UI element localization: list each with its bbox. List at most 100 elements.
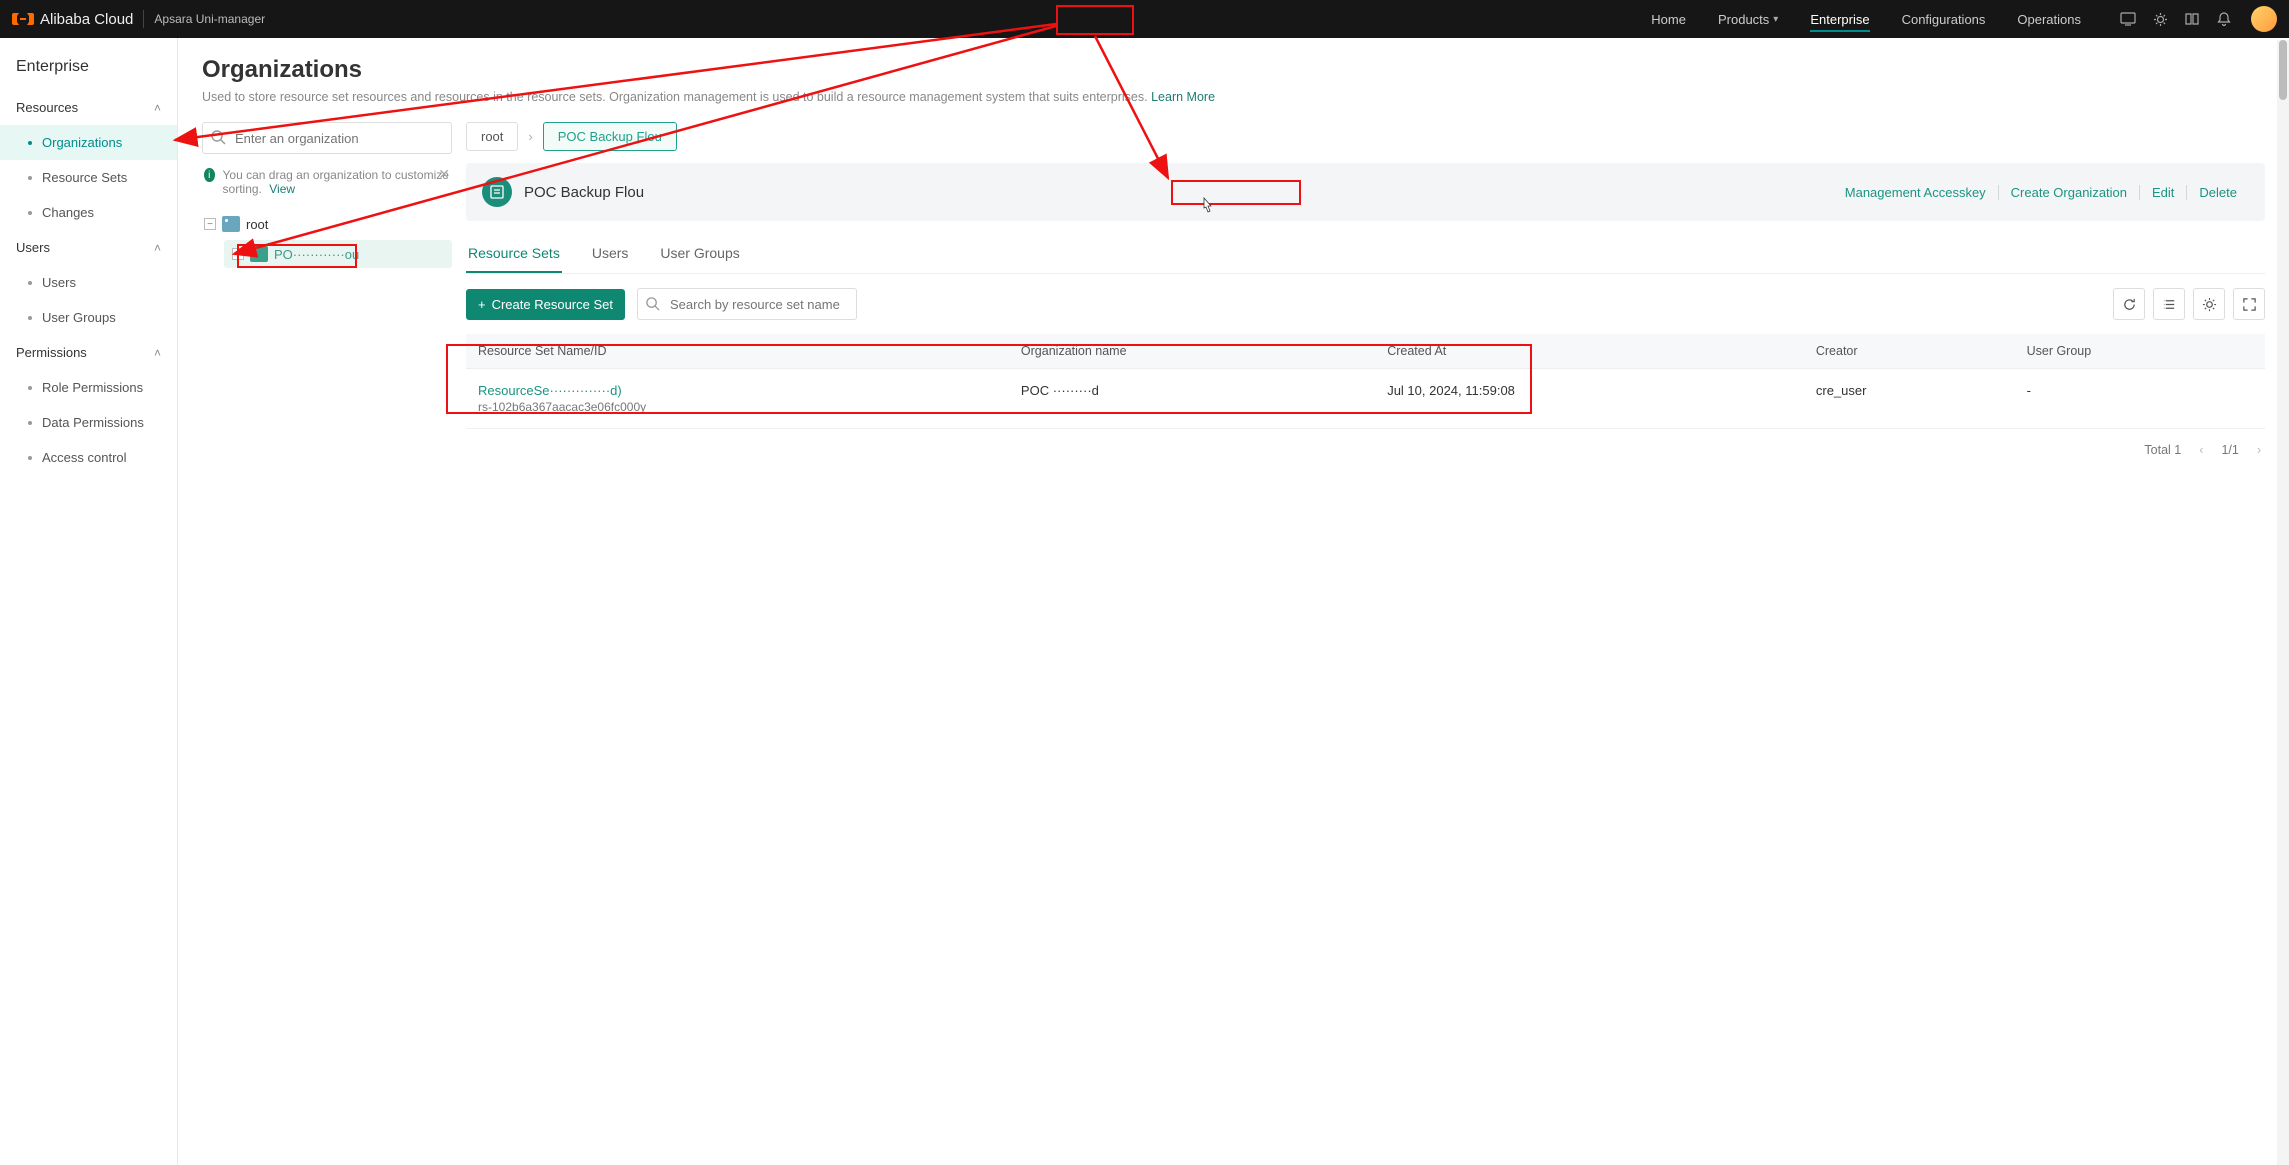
pager-next-icon[interactable]: › [2253, 439, 2265, 461]
learn-more-link[interactable]: Learn More [1151, 90, 1215, 104]
edit-link[interactable]: Edit [2140, 185, 2187, 200]
create-resource-set-button[interactable]: + Create Resource Set [466, 289, 625, 320]
nav-config-label: Configurations [1902, 12, 1986, 27]
sidebar: Enterprise Resources ˄ Organizations Res… [0, 38, 178, 1165]
org-icon [250, 246, 268, 262]
main-content: Organizations Used to store resource set… [178, 38, 2289, 1165]
nav-operations[interactable]: Operations [2003, 0, 2095, 38]
sidebar-item-changes[interactable]: Changes [0, 195, 177, 230]
sidebar-item-user-groups[interactable]: User Groups [0, 300, 177, 335]
refresh-icon[interactable] [2113, 288, 2145, 320]
resource-sets-table: Resource Set Name/ID Organization name C… [466, 334, 2265, 429]
sidebar-item-access-control[interactable]: Access control [0, 440, 177, 475]
tab-users[interactable]: Users [590, 235, 631, 273]
col-org: Organization name [1009, 334, 1375, 369]
topbar-divider [143, 10, 144, 28]
sidebar-item-label: Role Permissions [42, 380, 143, 395]
sidebar-group-label: Users [16, 240, 50, 255]
page-description: Used to store resource set resources and… [202, 90, 2265, 104]
org-search-input[interactable] [202, 122, 452, 154]
create-organization-link[interactable]: Create Organization [1999, 185, 2140, 200]
brand-name: Alibaba Cloud [40, 11, 133, 28]
management-accesskey-link[interactable]: Management Accesskey [1833, 185, 1999, 200]
col-creator: Creator [1804, 334, 2015, 369]
nav-products-label: Products [1718, 12, 1769, 27]
product-name: Apsara Uni-manager [154, 12, 265, 26]
tree-node-child[interactable]: + PO············ou [224, 240, 452, 268]
org-icon [222, 216, 240, 232]
chevron-up-icon: ˄ [154, 101, 161, 115]
resource-set-id: rs-102b6a367aacac3e06fc000y [478, 400, 997, 414]
org-tree-column: i You can drag an organization to custom… [202, 122, 452, 461]
col-name: Resource Set Name/ID [466, 334, 1009, 369]
org-header: POC Backup Flou Management Accesskey Cre… [466, 163, 2265, 221]
chevron-up-icon: ˄ [154, 346, 161, 360]
cell-usergroup: - [2015, 369, 2265, 429]
pager-prev-icon[interactable]: ‹ [2195, 439, 2207, 461]
sidebar-group-permissions[interactable]: Permissions ˄ [0, 335, 177, 370]
button-label: Create Resource Set [492, 297, 613, 312]
sidebar-item-label: Resource Sets [42, 170, 127, 185]
drag-hint: i You can drag an organization to custom… [202, 162, 452, 202]
org-tree: − root + PO············ou [202, 212, 452, 268]
chevron-right-icon: › [528, 129, 532, 144]
pagination: Total 1 ‹ 1/1 › [466, 439, 2265, 461]
org-name: POC Backup Flou [524, 184, 644, 201]
sidebar-item-label: Users [42, 275, 76, 290]
expand-icon[interactable]: + [232, 248, 244, 260]
search-icon [210, 129, 226, 148]
nav-products[interactable]: Products ▾ [1704, 0, 1792, 38]
table-row[interactable]: ResourceSe··············d) rs-102b6a367a… [466, 369, 2265, 429]
sidebar-group-users[interactable]: Users ˄ [0, 230, 177, 265]
book-icon[interactable] [2183, 10, 2201, 28]
nav-enterprise[interactable]: Enterprise [1796, 0, 1883, 38]
info-icon: i [204, 168, 215, 182]
tree-node-label: root [246, 217, 268, 232]
settings-icon[interactable] [2193, 288, 2225, 320]
sidebar-item-users[interactable]: Users [0, 265, 177, 300]
page-description-text: Used to store resource set resources and… [202, 90, 1148, 104]
nav-home[interactable]: Home [1637, 0, 1700, 38]
sidebar-item-resource-sets[interactable]: Resource Sets [0, 160, 177, 195]
sidebar-item-label: Access control [42, 450, 127, 465]
topbar-icons [2119, 10, 2233, 28]
table-header: Resource Set Name/ID Organization name C… [466, 334, 2265, 369]
sidebar-group-resources[interactable]: Resources ˄ [0, 90, 177, 125]
pager-total: Total 1 [2144, 443, 2181, 457]
cell-org: POC ·········d [1009, 369, 1375, 429]
sidebar-item-role-perms[interactable]: Role Permissions [0, 370, 177, 405]
bell-icon[interactable] [2215, 10, 2233, 28]
breadcrumb-current[interactable]: POC Backup Flou [543, 122, 677, 151]
sidebar-item-data-perms[interactable]: Data Permissions [0, 405, 177, 440]
tab-user-groups[interactable]: User Groups [658, 235, 741, 273]
hint-text: You can drag an organization to customiz… [223, 168, 449, 196]
cell-creator: cre_user [1804, 369, 2015, 429]
screen-icon[interactable] [2119, 10, 2137, 28]
hint-view-link[interactable]: View [269, 182, 295, 196]
col-ug: User Group [2015, 334, 2265, 369]
breadcrumb-root[interactable]: root [466, 122, 518, 151]
nav-home-label: Home [1651, 12, 1686, 27]
search-icon [645, 296, 660, 314]
delete-link[interactable]: Delete [2187, 185, 2249, 200]
toolbar-right [2113, 288, 2265, 320]
list-view-icon[interactable] [2153, 288, 2185, 320]
gear-icon[interactable] [2151, 10, 2169, 28]
tab-resource-sets[interactable]: Resource Sets [466, 235, 562, 273]
resource-set-name-link[interactable]: ResourceSe··············d) [478, 383, 997, 398]
avatar[interactable] [2251, 6, 2277, 32]
tree-node-root[interactable]: − root [202, 212, 452, 236]
nav-ops-label: Operations [2017, 12, 2081, 27]
resource-set-search-input[interactable] [637, 288, 857, 320]
fullscreen-icon[interactable] [2233, 288, 2265, 320]
sidebar-item-organizations[interactable]: Organizations [0, 125, 177, 160]
org-actions: Management Accesskey Create Organization… [1833, 185, 2249, 200]
scrollbar[interactable] [2277, 40, 2289, 1165]
collapse-icon[interactable]: − [204, 218, 216, 230]
topnav: Home Products ▾ Enterprise Configuration… [1637, 0, 2277, 38]
rs-toolbar: + Create Resource Set [466, 288, 2265, 320]
org-detail-column: root › POC Backup Flou POC Backup Flou M… [466, 122, 2265, 461]
nav-configurations[interactable]: Configurations [1888, 0, 2000, 38]
chevron-down-icon: ▾ [1773, 14, 1778, 25]
close-icon[interactable]: ✕ [438, 166, 450, 183]
